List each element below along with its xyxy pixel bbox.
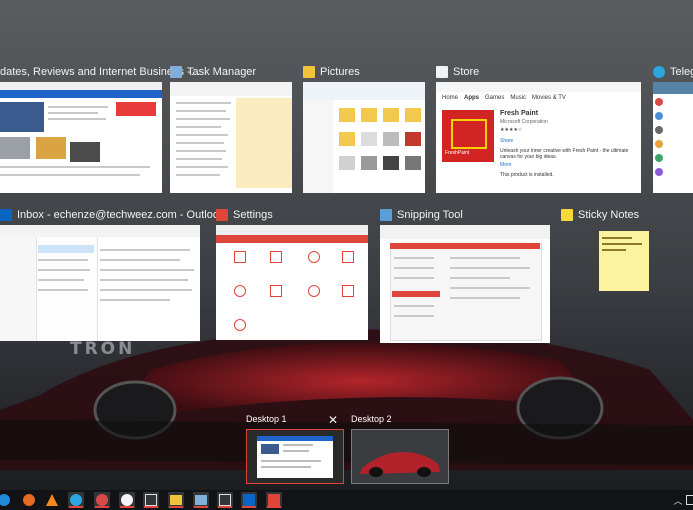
desktop-1-label: Desktop 1 [246, 414, 287, 424]
desktop-2[interactable]: Desktop 2 [351, 414, 449, 484]
browser-taskbar-button[interactable] [94, 492, 110, 508]
telegram-thumbnail [653, 82, 693, 193]
store-publisher: Microsoft Corporation [500, 119, 548, 125]
task-manager-icon [170, 66, 182, 78]
telegram-icon [653, 66, 665, 78]
store-nav-movies: Movies & TV [532, 95, 566, 101]
task-manager-thumbnail [170, 82, 292, 193]
fresh-paint-logo: FreshPaint [442, 110, 494, 162]
store-taskbar-icon [219, 494, 231, 506]
sticky-note [599, 231, 649, 291]
window-pictures-title: Pictures [320, 66, 360, 78]
window-snipping-tool-title: Snipping Tool [397, 209, 463, 221]
store-app-name: Fresh Paint [500, 110, 539, 117]
store-thumbnail: Home Apps Games Music Movies & TV FreshP… [436, 82, 641, 193]
browser-thumbnail [0, 82, 162, 193]
store-nav-home: Home [442, 95, 459, 101]
edge-taskbar-button[interactable] [0, 492, 12, 508]
desktop-1-close-button[interactable]: ✕ [328, 413, 338, 427]
window-outlook[interactable]: Inbox - echenze@techweez.com - Outlook [0, 207, 224, 347]
snipping-tool-thumbnail [380, 225, 550, 343]
settings-thumbnail [216, 225, 368, 340]
window-store-title: Store [453, 66, 480, 78]
window-task-manager[interactable]: Task Manager [170, 64, 292, 194]
taskbar: ︿ [0, 490, 693, 510]
outlook-taskbar-button[interactable] [241, 492, 257, 508]
window-sticky-notes[interactable]: Sticky Notes [561, 207, 651, 307]
chevron-up-icon: ︿ [673, 495, 683, 506]
firefox-icon [23, 494, 35, 506]
window-snipping-tool[interactable]: Snipping Tool [380, 207, 550, 347]
window-telegram[interactable]: Telegr [653, 64, 693, 194]
folder-icon [303, 66, 315, 78]
window-pictures[interactable]: Pictures [303, 64, 425, 194]
window-sticky-notes-title: Sticky Notes [578, 209, 640, 221]
pictures-thumbnail [303, 82, 425, 193]
settings-icon [216, 209, 228, 221]
store-taskbar-button[interactable] [217, 492, 233, 508]
scissors-icon [380, 209, 392, 221]
desktop-1-preview[interactable] [246, 429, 344, 484]
sticky-notes-icon [561, 209, 573, 221]
store-icon [436, 66, 448, 78]
file-explorer-taskbar-button[interactable] [168, 492, 184, 508]
window-browser[interactable]: dates, Reviews and Internet Business -..… [0, 64, 200, 194]
vlc-icon [46, 494, 58, 506]
store-description: Unleash your inner creative with Fresh P… [500, 148, 629, 160]
store-installed-status: This product is installed. [500, 172, 554, 178]
store-share-link[interactable]: Share [500, 138, 513, 144]
edge-icon [0, 494, 10, 506]
telegram-taskbar-icon [70, 494, 82, 506]
browser-taskbar-icon [96, 494, 108, 506]
window-settings-title: Settings [233, 209, 273, 221]
task-manager-taskbar-button[interactable] [193, 492, 209, 508]
window-telegram-title: Telegr [670, 66, 693, 78]
outlook-icon [0, 209, 12, 221]
firefox-taskbar-button[interactable] [21, 492, 37, 508]
fresh-paint-logo-text: FreshPaint [445, 150, 470, 156]
window-task-manager-title: Task Manager [187, 66, 257, 78]
store-more-link[interactable]: More [500, 162, 511, 168]
network-tray-button[interactable] [683, 492, 693, 508]
telegram-taskbar-button[interactable] [68, 492, 84, 508]
chrome-taskbar-button[interactable] [119, 492, 135, 508]
store-nav-music: Music [510, 95, 527, 101]
file-explorer-icon [170, 495, 182, 505]
outlook-thumbnail [0, 225, 200, 341]
desktop-2-label: Desktop 2 [351, 414, 392, 424]
network-icon [686, 495, 693, 505]
window-store[interactable]: Store Home Apps Games Music Movies & TV … [436, 64, 641, 194]
outlook-taskbar-icon [243, 494, 255, 506]
settings-taskbar-button[interactable] [266, 492, 282, 508]
store-nav-apps: Apps [464, 95, 480, 101]
calendar-taskbar-button[interactable] [143, 492, 159, 508]
desktop-2-preview[interactable] [351, 429, 449, 484]
vlc-taskbar-button[interactable] [44, 492, 60, 508]
window-outlook-title: Inbox - echenze@techweez.com - Outlook [17, 209, 225, 221]
task-manager-taskbar-icon [195, 495, 207, 505]
desktop-1[interactable]: Desktop 1 ✕ [246, 413, 344, 484]
window-settings[interactable]: Settings [216, 207, 368, 347]
desktop-2-wallpaper [352, 430, 448, 483]
calendar-icon [145, 494, 157, 506]
settings-taskbar-icon [268, 494, 280, 506]
store-nav-games: Games [485, 95, 505, 101]
chrome-icon [121, 494, 133, 506]
